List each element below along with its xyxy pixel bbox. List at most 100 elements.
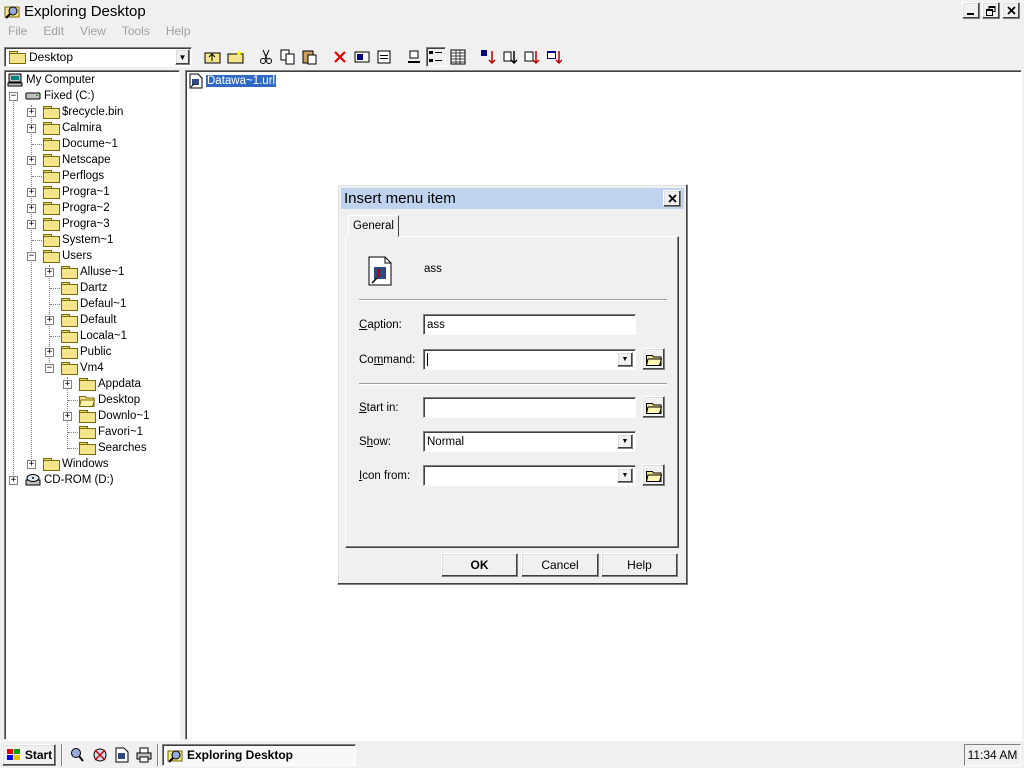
tree-item-fixed-c[interactable]: Fixed (C:) <box>25 88 94 104</box>
file-item[interactable]: Datawa~1.url <box>189 73 278 89</box>
collapse-toggle[interactable]: − <box>9 92 18 101</box>
expand-toggle[interactable]: + <box>27 188 36 197</box>
large-icons-button[interactable] <box>404 47 424 67</box>
expand-toggle[interactable]: + <box>27 204 36 213</box>
command-browse-button[interactable] <box>642 348 665 370</box>
expand-toggle[interactable]: + <box>45 268 54 277</box>
tree-item-progra-2[interactable]: Progra~2 <box>43 200 110 216</box>
tree-label: Defaul~1 <box>80 298 127 310</box>
details-button[interactable] <box>448 47 468 67</box>
tree-item-my-computer[interactable]: My Computer <box>7 72 95 88</box>
expand-toggle[interactable]: + <box>9 476 18 485</box>
tree-item-progra-1[interactable]: Progra~1 <box>43 184 110 200</box>
small-icons-button[interactable] <box>426 47 446 67</box>
sort-type-button[interactable] <box>500 47 520 67</box>
tree-item-desktop[interactable]: Desktop <box>79 392 140 408</box>
tree-item-alluse[interactable]: Alluse~1 <box>61 264 124 280</box>
show-select[interactable]: Normal ▼ <box>423 431 636 452</box>
menu-tools[interactable]: Tools <box>122 24 150 38</box>
tree-item-users[interactable]: Users <box>43 248 92 264</box>
quicklaunch-doc[interactable] <box>113 746 131 764</box>
cancel-button[interactable]: Cancel <box>521 553 599 577</box>
sort-size-button[interactable] <box>522 47 542 67</box>
open-folder-icon <box>79 395 95 407</box>
collapse-toggle[interactable]: − <box>27 252 36 261</box>
expand-toggle[interactable]: + <box>63 412 72 421</box>
folder-icon <box>79 410 96 423</box>
close-button[interactable] <box>1002 2 1020 19</box>
icon-from-dropdown-button[interactable]: ▼ <box>617 468 633 483</box>
icon-from-combo[interactable]: ▼ <box>423 465 636 486</box>
menu-edit[interactable]: Edit <box>43 24 64 38</box>
tree-item-docume[interactable]: Docume~1 <box>43 136 118 152</box>
address-dropdown-button[interactable]: ▼ <box>175 49 190 65</box>
start-button[interactable]: Start <box>2 744 56 766</box>
start-in-input[interactable] <box>423 397 636 418</box>
quicklaunch-printer[interactable] <box>135 746 153 764</box>
taskbar: Start Exploring Desktop 11:34 AM <box>0 740 1024 768</box>
dialog-close-button[interactable] <box>663 190 681 207</box>
tree-item-appdata[interactable]: Appdata <box>79 376 141 392</box>
tree-item-perflogs[interactable]: Perflogs <box>43 168 104 184</box>
tree-item-cdrom-d[interactable]: CD-ROM (D:) <box>25 472 114 488</box>
tree-item-favori[interactable]: Favori~1 <box>79 424 143 440</box>
minimize-button[interactable] <box>962 2 980 19</box>
folder-icon <box>61 266 78 279</box>
menu-view[interactable]: View <box>80 24 106 38</box>
tree-item-vm4[interactable]: Vm4 <box>61 360 104 376</box>
tree-item-progra-3[interactable]: Progra~3 <box>43 216 110 232</box>
tree-item-locala[interactable]: Locala~1 <box>61 328 127 344</box>
task-button-exploring-desktop[interactable]: Exploring Desktop <box>162 744 356 766</box>
rename-button[interactable] <box>352 47 372 67</box>
expand-toggle[interactable]: + <box>27 108 36 117</box>
expand-toggle[interactable]: + <box>27 460 36 469</box>
tree-item-default[interactable]: Default <box>61 312 116 328</box>
icon-from-browse-button[interactable] <box>642 464 665 486</box>
cut-button[interactable] <box>256 47 276 67</box>
tree-item-netscape[interactable]: Netscape <box>43 152 111 168</box>
explorer-icon <box>4 6 20 19</box>
folder-tree[interactable]: My Computer − Fixed (C:) + $recycle.bin … <box>4 70 180 740</box>
expand-toggle[interactable]: + <box>45 316 54 325</box>
expand-toggle[interactable]: + <box>27 220 36 229</box>
sort-name-button[interactable] <box>478 47 498 67</box>
collapse-toggle[interactable]: − <box>45 364 54 373</box>
show-dropdown-button[interactable]: ▼ <box>617 434 633 449</box>
start-in-browse-button[interactable] <box>642 396 665 418</box>
delete-button[interactable] <box>330 47 350 67</box>
map-drive-button[interactable] <box>226 47 246 67</box>
command-combo[interactable]: ▼ <box>423 349 636 370</box>
paste-button[interactable] <box>300 47 320 67</box>
tree-item-searches[interactable]: Searches <box>79 440 147 456</box>
expand-toggle[interactable]: + <box>63 380 72 389</box>
copy-button[interactable] <box>278 47 298 67</box>
restore-button[interactable] <box>982 2 1000 19</box>
menu-file[interactable]: File <box>8 24 27 38</box>
menu-help[interactable]: Help <box>166 24 191 38</box>
help-button[interactable]: Help <box>601 553 678 577</box>
expand-toggle[interactable]: + <box>45 348 54 357</box>
clock[interactable]: 11:34 AM <box>968 748 1018 762</box>
open-folder-icon <box>645 470 662 482</box>
quicklaunch-explorer[interactable] <box>68 746 86 764</box>
tree-item-dartz[interactable]: Dartz <box>61 280 107 296</box>
caption-input[interactable]: ass <box>423 314 636 335</box>
up-folder-button[interactable] <box>203 47 223 67</box>
address-combo[interactable]: Desktop ▼ <box>4 47 192 67</box>
command-dropdown-button[interactable]: ▼ <box>617 352 633 367</box>
tab-general[interactable]: General <box>348 215 399 237</box>
tree-item-downlo[interactable]: Downlo~1 <box>79 408 149 424</box>
properties-button[interactable] <box>374 47 394 67</box>
ok-button[interactable]: OK <box>441 553 518 577</box>
tree-item-defaul-1[interactable]: Defaul~1 <box>61 296 126 312</box>
quicklaunch-network[interactable] <box>91 746 109 764</box>
document-icon <box>115 747 129 763</box>
tree-item-windows[interactable]: Windows <box>43 456 109 472</box>
tree-item-system[interactable]: System~1 <box>43 232 113 248</box>
tree-item-recycle-bin[interactable]: $recycle.bin <box>43 104 123 120</box>
sort-date-button[interactable] <box>544 47 564 67</box>
tree-item-calmira[interactable]: Calmira <box>43 120 102 136</box>
expand-toggle[interactable]: + <box>27 124 36 133</box>
tree-item-public[interactable]: Public <box>61 344 111 360</box>
expand-toggle[interactable]: + <box>27 156 36 165</box>
